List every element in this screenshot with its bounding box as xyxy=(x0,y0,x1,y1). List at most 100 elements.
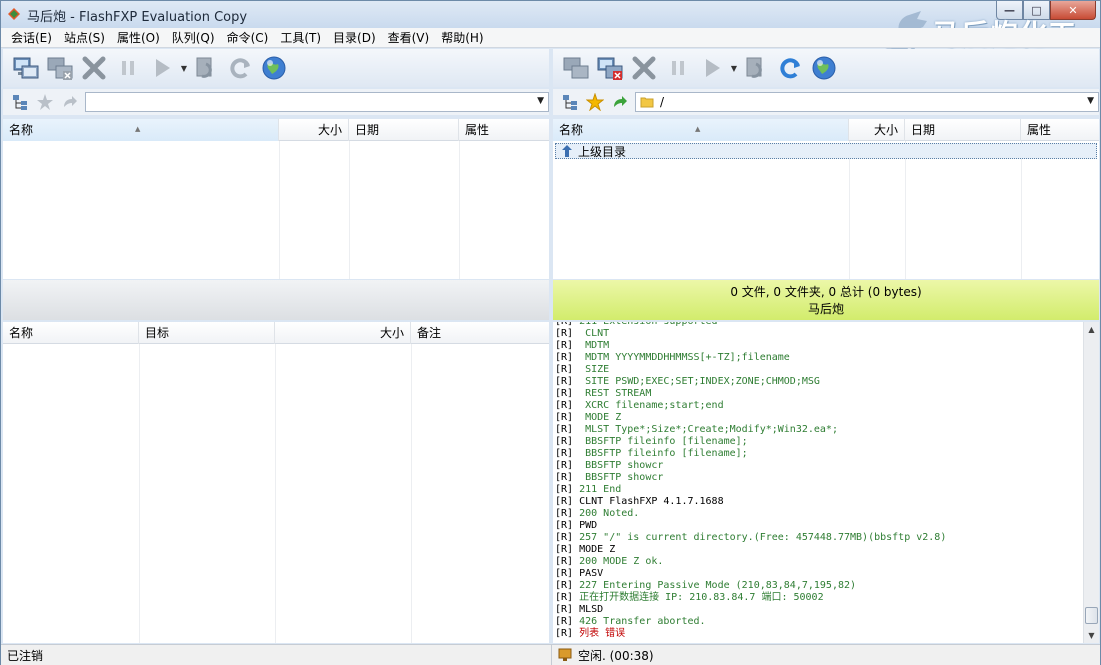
title-bar[interactable]: 马后炮 - FlashFXP Evaluation Copy — □ ✕ xyxy=(1,1,1100,28)
log-line-tag: [R] xyxy=(555,580,574,591)
right-col-date[interactable]: 日期 xyxy=(905,119,1021,141)
right-col-attributes[interactable]: 属性 xyxy=(1021,119,1099,141)
chevron-down-icon[interactable]: ▼ xyxy=(537,96,544,106)
log-line-text: MODE Z xyxy=(579,544,616,555)
log-line-text: 正在打开数据连接 IP: 210.83.84.7 端口: 50002 xyxy=(579,592,824,603)
chevron-down-icon[interactable]: ▼ xyxy=(1087,96,1094,106)
right-abort-button[interactable] xyxy=(627,51,661,85)
scroll-down-icon[interactable]: ▼ xyxy=(1084,628,1099,643)
left-col-name[interactable]: ▲ 名称 xyxy=(3,119,279,141)
left-file-list-header: ▲ 名称 大小 日期 属性 xyxy=(3,119,549,141)
log-line-text: 211-Extension supported xyxy=(579,322,717,327)
log-line: [R] CLNT xyxy=(555,328,1083,340)
disconnect-icon xyxy=(47,57,73,80)
log-line: [R] REST STREAM xyxy=(555,388,1083,400)
log-line-text: 426 Transfer aborted. xyxy=(579,616,706,627)
parent-folder-icon xyxy=(562,145,572,157)
right-col-name[interactable]: ▲ 名称 xyxy=(553,119,849,141)
left-statusbar: 已注销 xyxy=(1,644,551,665)
left-connect-button[interactable] xyxy=(9,51,43,85)
queue-col-target[interactable]: 目标 xyxy=(139,322,275,344)
session-log[interactable]: [R] 211-Extension supported[R] CLNT[R] M… xyxy=(553,322,1083,643)
log-line-tag: [R] xyxy=(555,520,574,531)
left-path-input[interactable]: ▼ xyxy=(85,92,549,112)
right-path-input[interactable]: / ▼ xyxy=(635,92,1099,112)
right-file-list-header: ▲ 名称 大小 日期 属性 xyxy=(553,119,1099,141)
menu-queue[interactable]: 队列(Q) xyxy=(166,29,221,47)
log-line-text: PASV xyxy=(579,568,604,579)
left-col-attributes[interactable]: 属性 xyxy=(459,119,549,141)
right-refresh-button[interactable] xyxy=(773,51,807,85)
log-line: [R] MDTM YYYYMMDDHHMMSS[+-TZ];filename xyxy=(555,352,1083,364)
left-transfer-button[interactable] xyxy=(145,51,179,85)
left-col-date[interactable]: 日期 xyxy=(349,119,459,141)
right-col-size[interactable]: 大小 xyxy=(849,119,905,141)
maximize-button[interactable]: □ xyxy=(1023,1,1050,20)
left-disconnect-button[interactable] xyxy=(43,51,77,85)
scrollbar-thumb[interactable] xyxy=(1085,607,1098,624)
refresh-icon xyxy=(230,58,250,79)
menu-commands[interactable]: 命令(C) xyxy=(221,29,275,47)
connect-icon xyxy=(563,57,589,79)
close-button[interactable]: ✕ xyxy=(1050,1,1096,20)
left-col-size[interactable]: 大小 xyxy=(279,119,349,141)
left-refresh-button[interactable] xyxy=(223,51,257,85)
menu-directory[interactable]: 目录(D) xyxy=(327,29,382,47)
left-abort-button[interactable] xyxy=(77,51,111,85)
log-line-tag: [R] xyxy=(555,322,573,327)
abort-icon xyxy=(82,56,106,80)
menu-view[interactable]: 查看(V) xyxy=(382,29,436,47)
log-line: [R] 426 Transfer aborted. xyxy=(555,616,1083,628)
queue-col-size[interactable]: 大小 xyxy=(275,322,411,344)
transfer-icon xyxy=(706,59,720,77)
left-pause-button[interactable] xyxy=(111,51,145,85)
right-browser-button[interactable] xyxy=(807,51,841,85)
menu-sites[interactable]: 站点(S) xyxy=(58,29,111,47)
left-tree-button[interactable] xyxy=(9,91,33,113)
menu-help[interactable]: 帮助(H) xyxy=(435,29,489,47)
left-refresh-folder-button[interactable] xyxy=(189,51,223,85)
menu-options[interactable]: 属性(O) xyxy=(111,29,166,47)
window-title: 马后炮 - FlashFXP Evaluation Copy xyxy=(27,10,248,25)
left-up-folder-button[interactable] xyxy=(57,91,81,113)
log-line-tag: [R] xyxy=(555,436,574,447)
log-line-tag: [R] xyxy=(555,352,574,363)
left-browser-button[interactable] xyxy=(257,51,291,85)
scroll-up-icon[interactable]: ▲ xyxy=(1084,322,1099,337)
queue-list[interactable] xyxy=(3,344,549,643)
chevron-down-icon: ▼ xyxy=(730,63,738,73)
menu-tools[interactable]: 工具(T) xyxy=(274,29,327,47)
log-line-text: 200 MODE Z ok. xyxy=(579,556,664,567)
right-disconnect-button[interactable] xyxy=(593,51,627,85)
log-line-tag: [R] xyxy=(555,472,574,483)
log-scrollbar[interactable]: ▲ ▼ xyxy=(1083,322,1099,643)
right-tree-button[interactable] xyxy=(559,91,583,113)
log-line-tag: [R] xyxy=(555,328,574,339)
right-transfer-button[interactable] xyxy=(695,51,729,85)
menu-session[interactable]: 会话(E) xyxy=(5,29,58,47)
right-pause-button[interactable] xyxy=(661,51,695,85)
refresh-folder-icon xyxy=(196,57,212,78)
log-line: [R] SITE PSWD;EXEC;SET;INDEX;ZONE;CHMOD;… xyxy=(555,376,1083,388)
log-line: [R] 200 Noted. xyxy=(555,508,1083,520)
queue-col-notes[interactable]: 备注 xyxy=(411,322,549,344)
right-path-text: / xyxy=(660,95,665,109)
window-controls: — □ ✕ xyxy=(996,1,1096,20)
transfer-icon xyxy=(156,59,170,77)
log-line-tag: [R] xyxy=(555,460,574,471)
queue-col-name[interactable]: 名称 xyxy=(3,322,139,344)
minimize-button[interactable]: — xyxy=(996,1,1023,20)
right-up-folder-button[interactable] xyxy=(607,91,631,113)
left-favorite-button[interactable] xyxy=(33,91,57,113)
left-path-bar: ▼ xyxy=(3,89,549,115)
log-line-text: MDTM YYYYMMDDHHMMSS[+-TZ];filename xyxy=(579,352,790,363)
right-connect-button[interactable] xyxy=(559,51,593,85)
list-item-parent-directory[interactable]: 上级目录 xyxy=(555,143,1097,159)
right-file-list[interactable]: 上级目录 xyxy=(553,141,1099,279)
log-line-text: BBSFTP fileinfo [filename]; xyxy=(579,436,748,447)
right-favorite-button[interactable] xyxy=(583,91,607,113)
left-file-list[interactable] xyxy=(3,141,549,279)
right-transfer-dropdown[interactable]: ▼ xyxy=(729,51,739,85)
right-refresh-folder-button[interactable] xyxy=(739,51,773,85)
left-transfer-dropdown[interactable]: ▼ xyxy=(179,51,189,85)
